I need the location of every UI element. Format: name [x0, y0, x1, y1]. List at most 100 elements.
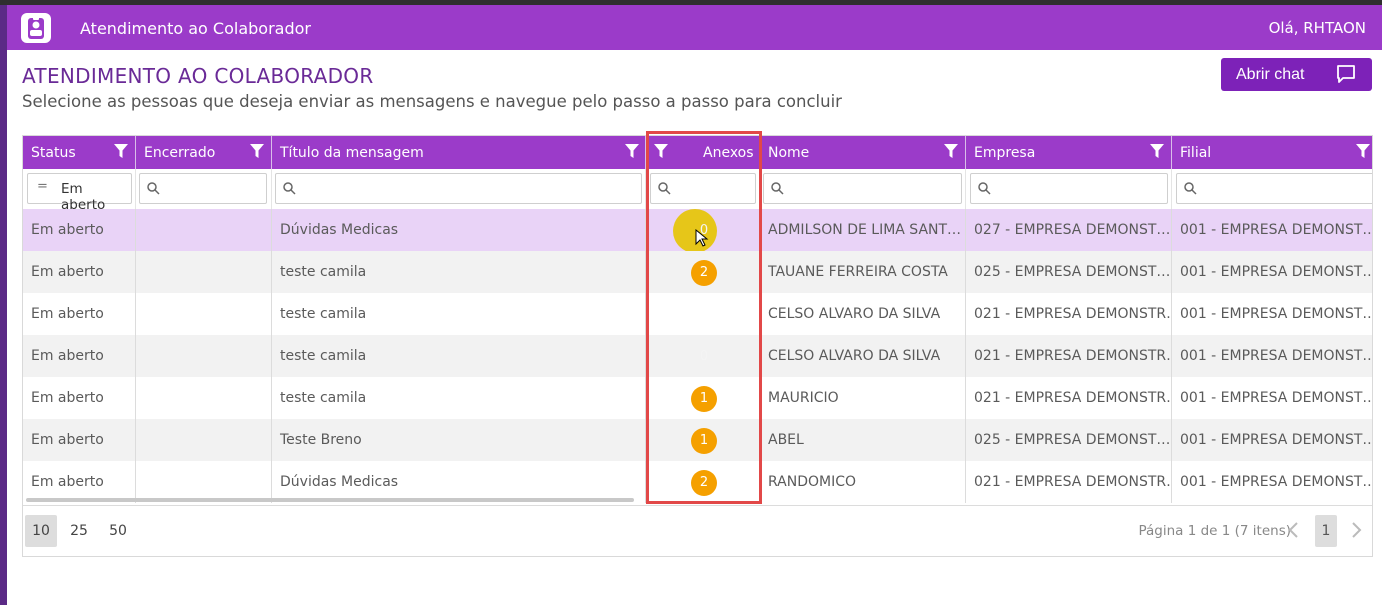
equals-icon[interactable]: =: [37, 179, 48, 194]
attachment-count-badge[interactable]: [691, 302, 717, 328]
cell-nome: RANDOMICO: [760, 461, 966, 503]
search-icon: [1184, 182, 1197, 195]
column-header-label: Status: [31, 145, 76, 161]
open-chat-label: Abrir chat: [1236, 65, 1305, 83]
grid-header-row: Status Encerrado Título da mensagem Anex…: [23, 136, 1372, 169]
column-header-nome[interactable]: Nome: [760, 136, 966, 169]
anexos-filter-input[interactable]: [650, 173, 756, 204]
empresa-filter-input[interactable]: [970, 173, 1168, 204]
cell-titulo: teste camila: [272, 251, 646, 293]
nome-filter-input[interactable]: [763, 173, 962, 204]
page-size-10[interactable]: 10: [25, 515, 57, 547]
filter-icon[interactable]: [625, 144, 639, 159]
table-row[interactable]: Em aberto Teste Breno 1 ABEL 025 - EMPRE…: [23, 419, 1372, 461]
cell-status: Em aberto: [23, 251, 136, 293]
cell-text: 001 - EMPRESA DEMONST…: [1180, 474, 1373, 490]
column-header-label: Encerrado: [144, 145, 216, 161]
chevron-left-icon[interactable]: [1287, 521, 1301, 539]
cell-encerrado: [136, 251, 272, 293]
filter-cell-anexos: [646, 169, 760, 209]
table-row[interactable]: Em aberto Dúvidas Medicas 0 ADMILSON DE …: [23, 209, 1373, 251]
column-header-label: Filial: [1180, 145, 1212, 161]
search-icon: [283, 182, 296, 195]
cell-status: Em aberto: [23, 377, 136, 419]
cell-titulo: Dúvidas Medicas: [272, 209, 646, 251]
filter-icon[interactable]: [250, 144, 264, 159]
cell-text: teste camila: [280, 264, 367, 280]
cell-empresa: 027 - EMPRESA DEMONST…: [966, 209, 1172, 251]
search-icon: [771, 182, 784, 195]
page-number-current[interactable]: 1: [1315, 515, 1337, 547]
cell-text: Teste Breno: [280, 432, 362, 448]
page-size-25[interactable]: 25: [63, 515, 95, 547]
search-icon: [978, 182, 991, 195]
filial-filter-input[interactable]: [1176, 173, 1372, 204]
table-row[interactable]: Em aberto Dúvidas Medicas 2 RANDOMICO 02…: [23, 461, 1373, 503]
column-header-titulo[interactable]: Título da mensagem: [272, 136, 646, 169]
table-row[interactable]: Em aberto teste camila 2 TAUANE FERREIRA…: [23, 251, 1373, 293]
user-greeting[interactable]: Olá, RHTAON: [1269, 19, 1366, 37]
open-chat-button[interactable]: Abrir chat: [1221, 58, 1372, 91]
table-row[interactable]: Em aberto teste camila 1 MAURICIO 021 - …: [23, 377, 1372, 419]
page-info: Página 1 de 1 (7 itens): [1138, 523, 1291, 539]
column-header-status[interactable]: Status: [23, 136, 136, 169]
filter-cell-filial: [1172, 169, 1372, 209]
cell-text: CELSO ALVARO DA SILVA: [768, 306, 941, 322]
attachment-count-badge[interactable]: 1: [691, 428, 717, 454]
column-header-filial[interactable]: Filial: [1172, 136, 1372, 169]
encerrado-filter-input[interactable]: [139, 173, 267, 204]
column-header-label: Título da mensagem: [280, 145, 424, 161]
cell-text: teste camila: [280, 306, 367, 322]
filter-icon[interactable]: [1150, 144, 1164, 159]
cell-text: 001 - EMPRESA DEMONST…: [1180, 222, 1373, 238]
filter-icon[interactable]: [1356, 144, 1370, 159]
column-header-empresa[interactable]: Empresa: [966, 136, 1172, 169]
attachment-count-badge[interactable]: 1: [691, 386, 717, 412]
chevron-right-icon[interactable]: [1349, 521, 1363, 539]
app-logo-icon[interactable]: [21, 13, 51, 43]
chat-bubble-icon: [1337, 65, 1355, 83]
status-filter-input[interactable]: = Em aberto: [27, 173, 132, 213]
page-size-50[interactable]: 50: [102, 515, 134, 547]
filter-cell-encerrado: [136, 169, 272, 209]
grid-pager: 10 25 50 Página 1 de 1 (7 itens) 1: [23, 505, 1372, 556]
cell-encerrado: [136, 377, 272, 419]
horizontal-scrollbar[interactable]: [26, 498, 634, 502]
cell-text: ADMILSON DE LIMA SANT…: [768, 222, 962, 238]
cell-encerrado: [136, 293, 272, 335]
filter-icon[interactable]: [114, 144, 128, 159]
filter-icon[interactable]: [944, 144, 958, 159]
cell-text: 025 - EMPRESA DEMONST…: [974, 264, 1171, 280]
attachment-count-badge[interactable]: 2: [691, 470, 717, 496]
cell-text: teste camila: [280, 348, 367, 364]
cell-text: 021 - EMPRESA DEMONSTR…: [974, 390, 1172, 406]
cell-text: 025 - EMPRESA DEMONST…: [974, 432, 1171, 448]
cell-empresa: 021 - EMPRESA DEMONSTR…: [966, 461, 1172, 503]
cell-titulo: Teste Breno: [272, 419, 646, 461]
filter-icon[interactable]: [654, 144, 668, 159]
column-header-encerrado[interactable]: Encerrado: [136, 136, 272, 169]
search-icon: [658, 182, 671, 195]
cell-text: RANDOMICO: [768, 474, 857, 490]
cell-text: Dúvidas Medicas: [280, 474, 399, 490]
cell-text: 001 - EMPRESA DEMONST…: [1180, 264, 1373, 280]
attachment-count-badge[interactable]: 2: [691, 260, 717, 286]
column-header-anexos[interactable]: Anexos: [646, 136, 760, 169]
cell-titulo: teste camila: [272, 377, 646, 419]
cell-filial: 001 - EMPRESA DEMONST…: [1172, 293, 1372, 335]
cell-text: Em aberto: [31, 222, 104, 238]
cell-anexos: 0: [646, 209, 760, 251]
cell-anexos: 2: [646, 461, 760, 503]
cell-titulo: teste camila: [272, 335, 646, 377]
table-row[interactable]: Em aberto teste camila CELSO ALVARO DA S…: [23, 293, 1372, 335]
cell-empresa: 021 - EMPRESA DEMONSTR…: [966, 335, 1172, 377]
attachment-count-badge[interactable]: 0: [691, 344, 717, 370]
table-row[interactable]: Em aberto teste camila 0 CELSO ALVARO DA…: [23, 335, 1372, 377]
filter-cell-nome: [760, 169, 966, 209]
cell-filial: 001 - EMPRESA DEMONST…: [1172, 377, 1372, 419]
titulo-filter-input[interactable]: [275, 173, 642, 204]
column-header-label: Empresa: [974, 145, 1036, 161]
cell-text: Em aberto: [31, 390, 104, 406]
cell-nome: CELSO ALVARO DA SILVA: [760, 293, 966, 335]
cell-text: MAURICIO: [768, 390, 839, 406]
